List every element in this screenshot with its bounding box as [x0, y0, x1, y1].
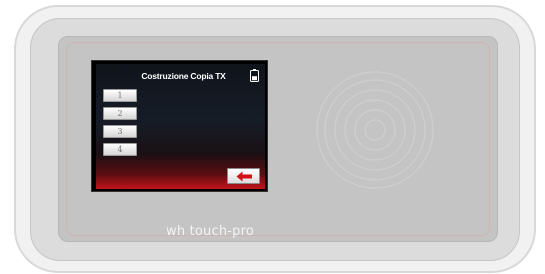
nfc-waves-icon: [316, 71, 434, 189]
slot-button-3[interactable]: 3: [103, 125, 137, 138]
back-arrow-icon: [236, 171, 252, 182]
slot-button-1[interactable]: 1: [103, 89, 137, 102]
brand-logo: wh touch-pro: [166, 221, 254, 241]
brand-logo-text: wh touch-pro: [166, 223, 255, 239]
slot-button-4[interactable]: 4: [103, 143, 137, 156]
battery-icon: [250, 69, 259, 82]
touch-screen: Costruzione Copia TX 1 2 3 4: [91, 60, 268, 192]
screen-display: Costruzione Copia TX 1 2 3 4: [96, 64, 265, 189]
screen-title: Costruzione Copia TX: [141, 71, 226, 81]
back-button[interactable]: [227, 168, 260, 184]
slot-button-2[interactable]: 2: [103, 107, 137, 120]
